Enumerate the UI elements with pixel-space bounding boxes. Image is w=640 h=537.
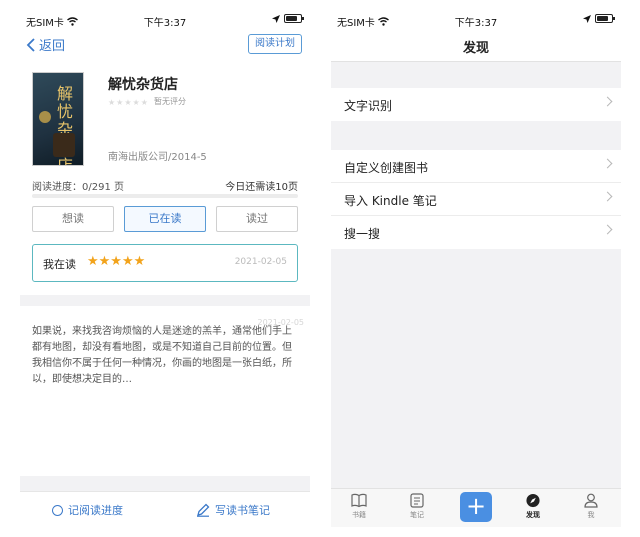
book-icon [351, 493, 367, 508]
reading-date: 2021-02-05 [234, 257, 287, 267]
person-icon [584, 493, 598, 508]
tab-books[interactable]: 书籍 [339, 493, 379, 520]
plus-icon: + [465, 492, 487, 520]
list-item-text-recognition[interactable]: 文字识别 [331, 88, 621, 121]
tab-label: 我 [587, 511, 595, 519]
nav-bar: 返回 阅读计划 [20, 28, 310, 60]
status-bar: 无SIM卡 下午3:37 [331, 10, 621, 29]
book-detail-screen: 无SIM卡 下午3:37 返回 阅读计划 解忧杂货店 解忧杂货店 ★★★★★ 暂… [20, 10, 310, 527]
discover-screen: 无SIM卡 下午3:37 发现 文字识别 自定义创建图书 导入 Kindle 笔… [331, 10, 621, 527]
reading-status-label: 我在读 [43, 258, 76, 271]
tab-notes[interactable]: 笔记 [397, 493, 437, 520]
back-label: 返回 [39, 39, 66, 54]
chevron-left-icon [26, 37, 35, 52]
chevron-right-icon [602, 158, 613, 169]
list-group-ocr: 文字识别 [331, 88, 621, 121]
back-button[interactable]: 返回 [26, 35, 65, 54]
tab-label: 发现 [526, 511, 540, 519]
tab-me[interactable]: 我 [571, 493, 611, 520]
progress-bar [32, 194, 298, 198]
progress-label: 阅读进度：0/291 页 [32, 182, 124, 193]
list-item-search[interactable]: 搜一搜 [331, 216, 621, 249]
reading-plan-button[interactable]: 阅读计划 [248, 34, 302, 54]
list-item-custom-book[interactable]: 自定义创建图书 [331, 150, 621, 183]
list-item-label: 自定义创建图书 [344, 161, 429, 175]
empty-rating-stars: ★★★★★ [108, 98, 149, 107]
list-item-label: 搜一搜 [344, 227, 381, 241]
reading-status-box[interactable]: 我在读 ★★★★★ 2021-02-05 [32, 244, 298, 282]
status-time: 下午3:37 [143, 18, 187, 29]
excerpt-card[interactable]: 2021-02-05 如果说，来找我咨询烦恼的人是迷途的羔羊，通常他们手上都有地… [20, 306, 310, 476]
excerpt-text: 如果说，来找我咨询烦恼的人是迷途的羔羊，通常他们手上都有地图，却没有看地图，或是… [32, 326, 292, 385]
list-item-import-kindle[interactable]: 导入 Kindle 笔记 [331, 183, 621, 216]
chevron-right-icon [602, 96, 613, 107]
status-bar: 无SIM卡 下午3:37 [20, 10, 310, 29]
note-icon [410, 493, 424, 508]
location-arrow-icon [583, 14, 591, 23]
bottom-action-bar: 记阅读进度 写读书笔记 [20, 491, 310, 527]
today-remaining: 今日还需读10页 [225, 182, 298, 193]
list-item-label: 导入 Kindle 笔记 [344, 194, 437, 208]
battery-icon [284, 14, 304, 23]
pen-icon [197, 503, 210, 517]
nav-bar: 发现 [331, 28, 621, 62]
tab-discover[interactable]: 发现 [513, 493, 553, 520]
read-button[interactable]: 读过 [216, 206, 298, 232]
list-group-tools: 自定义创建图书 导入 Kindle 笔记 搜一搜 [331, 150, 621, 249]
circle-icon [52, 504, 63, 516]
rating-text: 暂无评分 [154, 97, 186, 106]
book-card: 解忧杂货店 解忧杂货店 ★★★★★ 暂无评分 南海出版公司/2014-5 阅读进… [20, 60, 310, 295]
reading-button[interactable]: 已在读 [124, 206, 206, 232]
status-time: 下午3:37 [454, 18, 498, 29]
record-progress-label: 记阅读进度 [68, 504, 123, 517]
page-title: 发现 [462, 41, 489, 56]
battery-icon [595, 14, 615, 23]
chevron-right-icon [602, 224, 613, 235]
book-cover[interactable]: 解忧杂货店 [32, 72, 84, 166]
location-arrow-icon [272, 14, 280, 23]
tab-bar: 书籍 笔记 + 发现 我 [331, 488, 621, 527]
want-to-read-button[interactable]: 想读 [32, 206, 114, 232]
rating-stars: ★★★★★ [87, 254, 146, 269]
cover-chair-decoration [53, 133, 75, 157]
write-note-label: 写读书笔记 [215, 504, 270, 517]
cover-lamp-decoration [39, 111, 51, 123]
tab-label: 笔记 [410, 511, 424, 519]
write-note-button[interactable]: 写读书笔记 [196, 502, 270, 518]
chevron-right-icon [602, 191, 613, 202]
tab-label: 书籍 [352, 511, 366, 519]
book-title: 解忧杂货店 [108, 77, 178, 93]
compass-icon [526, 493, 540, 508]
record-progress-button[interactable]: 记阅读进度 [52, 502, 123, 518]
add-button[interactable]: + [460, 492, 492, 522]
publisher: 南海出版公司/2014-5 [108, 152, 207, 163]
list-item-label: 文字识别 [344, 99, 393, 113]
